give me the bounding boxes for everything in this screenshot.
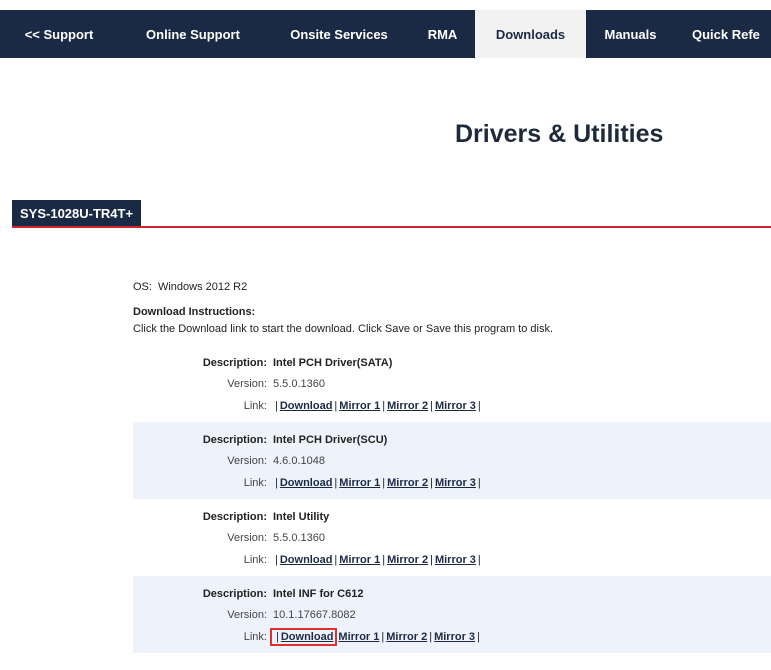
mirror-1-link[interactable]: Mirror 1 — [338, 631, 379, 643]
driver-links: | Download | Mirror 1 | Mirror 2 | Mirror 3 | — [275, 400, 481, 412]
mirror-3-link[interactable]: Mirror 3 — [435, 400, 476, 412]
version-label: Version: — [227, 532, 267, 544]
mirror-3-link[interactable]: Mirror 3 — [435, 477, 476, 489]
page-title: Drivers & Utilities — [455, 120, 664, 148]
driver-version: 5.5.0.1360 — [273, 378, 325, 390]
description-label: Description: — [202, 357, 267, 369]
nav-rma[interactable]: RMA — [410, 10, 475, 58]
mirror-1-link[interactable]: Mirror 1 — [339, 477, 380, 489]
driver-links: | Download | Mirror 1 | Mirror 2 | Mirror 3 | — [275, 554, 481, 566]
driver-list: Description: Intel PCH Driver(SATA) Vers… — [133, 345, 771, 653]
os-label: OS: — [133, 281, 152, 293]
mirror-2-link[interactable]: Mirror 2 — [387, 477, 428, 489]
driver-description: Intel PCH Driver(SATA) — [273, 357, 393, 369]
driver-version: 5.5.0.1360 — [273, 532, 325, 544]
instructions-text: Click the Download link to start the dow… — [133, 323, 554, 335]
download-link[interactable]: Download — [280, 400, 333, 412]
mirror-3-link[interactable]: Mirror 3 — [434, 631, 475, 643]
download-link[interactable]: Download — [281, 631, 334, 643]
nav-online-support[interactable]: Online Support — [118, 10, 268, 58]
driver-version: 4.6.0.1048 — [273, 455, 325, 467]
model-tab-underline — [12, 226, 771, 228]
download-link[interactable]: Download — [280, 477, 333, 489]
mirror-3-link[interactable]: Mirror 3 — [435, 554, 476, 566]
instructions-heading: Download Instructions: — [133, 306, 256, 318]
mirror-2-link[interactable]: Mirror 2 — [386, 631, 427, 643]
driver-entry: Description: Intel INF for C612 Version:… — [133, 576, 771, 653]
download-link[interactable]: Download — [280, 554, 333, 566]
mirror-1-link[interactable]: Mirror 1 — [339, 400, 380, 412]
driver-description: Intel INF for C612 — [273, 588, 364, 600]
mirror-2-link[interactable]: Mirror 2 — [387, 400, 428, 412]
os-line: OS: Windows 2012 R2 — [133, 281, 247, 293]
driver-entry: Description: Intel PCH Driver(SATA) Vers… — [133, 345, 771, 422]
os-value: Windows 2012 R2 — [157, 281, 248, 293]
driver-version: 10.1.17667.8082 — [273, 609, 356, 621]
nav-quick-reference[interactable]: Quick Refe — [675, 10, 771, 58]
nav-downloads[interactable]: Downloads — [475, 10, 586, 58]
version-label: Version: — [227, 378, 267, 390]
mirror-2-link[interactable]: Mirror 2 — [387, 554, 428, 566]
link-label: Link: — [243, 554, 267, 566]
description-label: Description: — [202, 434, 267, 446]
link-label: Link: — [243, 400, 267, 412]
description-label: Description: — [202, 588, 267, 600]
driver-links: | Download | Mirror 1 | Mirror 2 | Mirror 3 | — [275, 477, 481, 489]
link-label: Link: — [243, 631, 267, 643]
version-label: Version: — [227, 455, 267, 467]
version-label: Version: — [227, 609, 267, 621]
mirror-1-link[interactable]: Mirror 1 — [339, 554, 380, 566]
highlighted-download: | Download — [269, 628, 338, 646]
description-label: Description: — [202, 511, 267, 523]
top-navigation-bar: << Support Online Support Onsite Service… — [0, 10, 771, 58]
model-tab[interactable]: SYS-1028U-TR4T+ — [12, 200, 142, 226]
nav-onsite-services[interactable]: Onsite Services — [268, 10, 410, 58]
driver-description: Intel PCH Driver(SCU) — [273, 434, 388, 446]
driver-entry: Description: Intel PCH Driver(SCU) Versi… — [133, 422, 771, 499]
driver-links: | Download Mirror 1 | Mirror 2 | Mirror 3 | — [269, 628, 482, 646]
driver-entry: Description: Intel Utility Version: 5.5.… — [133, 499, 771, 576]
driver-description: Intel Utility — [273, 511, 330, 523]
nav-back-to-support[interactable]: << Support — [0, 10, 118, 58]
link-label: Link: — [243, 477, 267, 489]
nav-manuals[interactable]: Manuals — [586, 10, 675, 58]
